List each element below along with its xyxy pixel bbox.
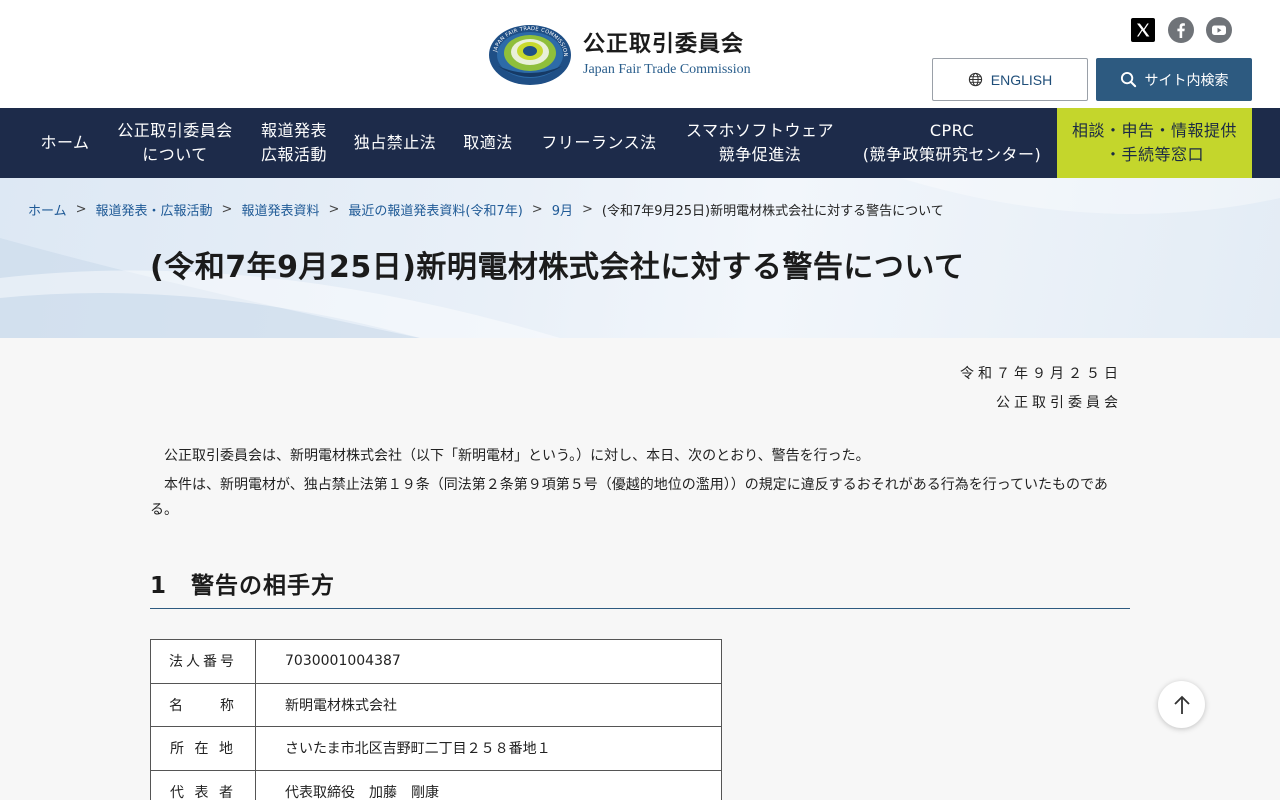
logo-japanese-name: 公正取引委員会 — [583, 31, 745, 57]
table-cell: 代表取締役 加藤 剛康 — [255, 769, 722, 800]
nav-item-antimonopoly-act[interactable]: 独占禁止法 — [344, 108, 446, 178]
table-row: 名 称 新明電材株式会社 — [150, 682, 722, 727]
document-date-block: 令和７年９月２５日 公正取引委員会 — [960, 360, 1122, 418]
english-button[interactable]: ENGLISH — [932, 58, 1088, 101]
arrow-up-icon — [1173, 695, 1190, 714]
facebook-icon[interactable] — [1168, 17, 1194, 43]
english-button-label: ENGLISH — [990, 71, 1053, 88]
site-logo[interactable]: JAPAN FAIR TRADE COMMISSION 公正取引委員会 Japa… — [488, 22, 751, 86]
breadcrumb-home[interactable]: ホーム — [28, 200, 67, 219]
global-navigation: ホーム 公正取引委員会 について 報道発表 広報活動 独占禁止法 取適法 フリー… — [0, 108, 1280, 178]
table-header-cell: 法人番号 — [150, 639, 256, 684]
table-row: 代 表 者 代表取締役 加藤 剛康 — [150, 769, 722, 800]
breadcrumb-separator: > — [531, 202, 543, 217]
nav-item-smartphone-act[interactable]: スマホソフトウェア 競争促進法 — [672, 108, 848, 178]
nav-item-about-jftc[interactable]: 公正取引委員会 について — [106, 108, 244, 178]
nav-item-subcontract-act[interactable]: 取適法 — [450, 108, 526, 178]
nav-item-cprc[interactable]: CPRC (競争政策研究センター) — [852, 108, 1052, 178]
breadcrumb-separator: > — [581, 202, 593, 217]
youtube-icon[interactable] — [1206, 17, 1232, 43]
intro-paragraph: 公正取引委員会は、新明電材株式会社（以下「新明電材」という。）に対し、本日、次の… — [164, 448, 870, 464]
breadcrumb-recent-releases[interactable]: 最近の報道発表資料(令和7年) — [348, 200, 522, 219]
nav-item-freelance-act[interactable]: フリーランス法 — [530, 108, 668, 178]
document-issuer: 公正取引委員会 — [996, 395, 1122, 411]
table-row: 法人番号 7030001004387 — [150, 639, 722, 684]
nav-item-consultation[interactable]: 相談・申告・情報提供 ・手続等窓口 — [1057, 108, 1252, 178]
section-heading-counterparty: 1 警告の相手方 — [150, 566, 1130, 609]
table-header-cell: 所 在 地 — [150, 726, 256, 771]
page-title: (令和7年9月25日)新明電材株式会社に対する警告について — [150, 250, 965, 285]
x-icon[interactable] — [1130, 17, 1156, 43]
globe-icon — [968, 72, 982, 87]
breadcrumb-separator: > — [328, 202, 340, 217]
table-header-cell: 名 称 — [150, 682, 256, 727]
document-date: 令和７年９月２５日 — [960, 366, 1122, 382]
page-hero: ホーム > 報道発表・広報活動 > 報道発表資料 > 最近の報道発表資料(令和7… — [0, 178, 1280, 338]
breadcrumb-separator: > — [221, 202, 233, 217]
back-to-top-button[interactable] — [1158, 681, 1205, 728]
breadcrumb-separator: > — [75, 202, 87, 217]
breadcrumb-current: (令和7年9月25日)新明電材株式会社に対する警告について — [601, 204, 944, 219]
nav-item-home[interactable]: ホーム — [25, 108, 105, 178]
table-row: 所 在 地 さいたま市北区吉野町二丁目２５８番地１ — [150, 726, 722, 771]
table-cell: 新明電材株式会社 — [255, 682, 722, 727]
jftc-emblem-icon: JAPAN FAIR TRADE COMMISSION — [489, 25, 571, 85]
table-header-cell: 代 表 者 — [150, 769, 256, 800]
summary-paragraph: 本件は、新明電材が、独占禁止法第１９条（同法第２条第９項第５号（優越的地位の濫用… — [150, 477, 1108, 518]
counterparty-table: 法人番号 7030001004387 名 称 新明電材株式会社 所 在 地 さい… — [150, 639, 722, 800]
nav-item-press-releases[interactable]: 報道発表 広報活動 — [246, 108, 342, 178]
site-header: JAPAN FAIR TRADE COMMISSION 公正取引委員会 Japa… — [0, 0, 1280, 108]
breadcrumb: ホーム > 報道発表・広報活動 > 報道発表資料 > 最近の報道発表資料(令和7… — [28, 200, 944, 219]
site-search-button[interactable]: サイト内検索 — [1096, 58, 1252, 101]
breadcrumb-press-releases[interactable]: 報道発表資料 — [241, 200, 319, 219]
logo-english-name: Japan Fair Trade Commission — [583, 61, 751, 77]
table-cell: 7030001004387 — [255, 639, 722, 684]
sns-links — [1130, 17, 1232, 43]
table-cell: さいたま市北区吉野町二丁目２５８番地１ — [255, 726, 722, 771]
search-icon — [1120, 71, 1136, 88]
breadcrumb-press-activities[interactable]: 報道発表・広報活動 — [96, 200, 213, 219]
site-search-label: サイト内検索 — [1144, 72, 1229, 89]
breadcrumb-september[interactable]: 9月 — [552, 200, 573, 219]
